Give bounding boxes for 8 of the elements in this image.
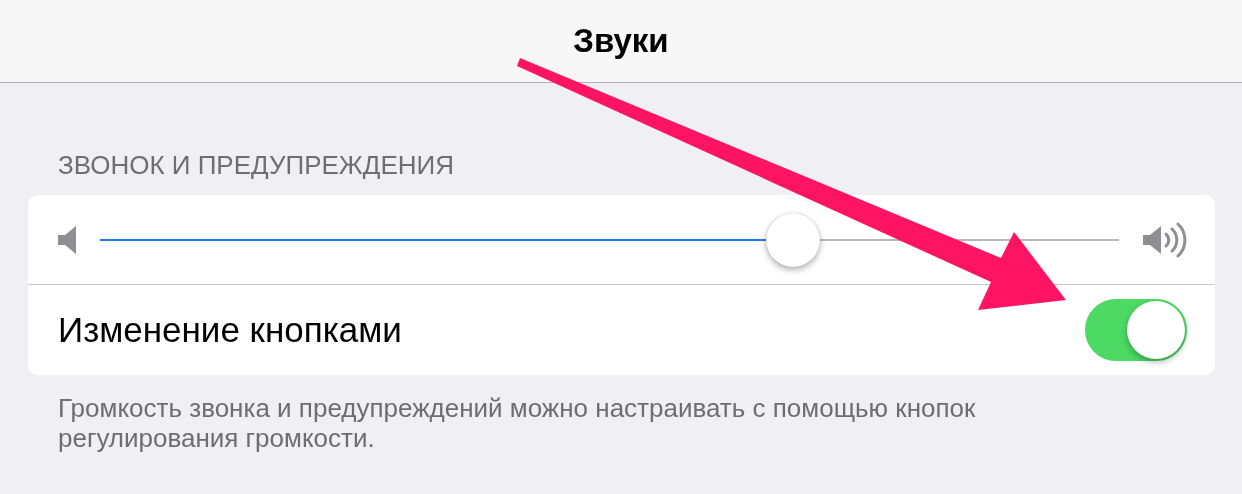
setting-label: Изменение кнопками (58, 310, 402, 350)
navigation-title: Звуки (573, 22, 669, 60)
footer-note: Громкость звонка и предупреждений можно настраивать с помощью кнопок регулирования громкости. (58, 393, 977, 453)
speaker-icon (58, 225, 76, 254)
section-header: ЗВОНОК И ПРЕДУПРЕЖДЕНИЯ (58, 150, 456, 180)
toggle-switch[interactable] (1085, 299, 1187, 361)
loud-speaker-icon (1143, 221, 1187, 258)
slider-thumb[interactable] (765, 212, 820, 267)
